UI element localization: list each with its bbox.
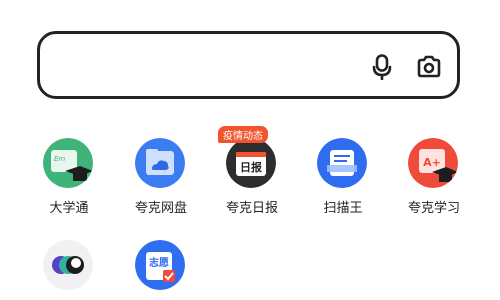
microphone-icon[interactable] <box>367 52 397 82</box>
camera-icon[interactable] <box>414 52 444 82</box>
search-bar[interactable] <box>37 31 460 99</box>
icon-text: 日报 <box>240 160 263 174</box>
multi-color-app-icon <box>43 240 93 290</box>
volunteer-app-icon: 志愿 <box>135 240 185 290</box>
status-badge: 疫情动态 <box>218 126 268 143</box>
cloud-drive-icon <box>135 138 185 188</box>
app-label: 大学通 <box>49 201 89 216</box>
graduation-cap-icon: Em <box>43 138 93 188</box>
daily-news-icon: 日报 <box>226 138 276 188</box>
svg-text:Em: Em <box>54 155 65 163</box>
app-label: 夸克网盘 <box>134 201 187 216</box>
app-label: 夸克学习 <box>407 201 460 216</box>
app-label: 扫描王 <box>323 201 363 216</box>
home-screen: Em 大学通 夸克网盘 疫情动态 日报 夸克日报 扫描王 A+ 夸克学习 志愿 <box>0 0 500 300</box>
app-label: 夸克日报 <box>225 201 278 216</box>
icon-text: A+ <box>423 156 441 169</box>
search-input[interactable] <box>58 48 362 84</box>
icon-text: 志愿 <box>149 256 169 269</box>
study-icon: A+ <box>408 138 458 188</box>
scanner-icon <box>317 138 367 188</box>
